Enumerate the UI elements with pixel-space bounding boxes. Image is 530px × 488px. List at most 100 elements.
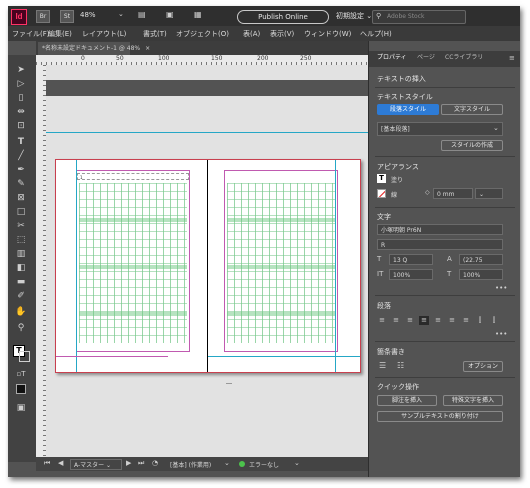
page-tool-icon[interactable]: ▯: [14, 91, 28, 105]
stroke-type-select[interactable]: ⌄: [475, 188, 503, 199]
style-select[interactable]: [基本段落]: [377, 122, 503, 136]
justify-right-icon[interactable]: ≡: [447, 316, 457, 325]
insert-special-character-button[interactable]: 特殊文字を挿入: [443, 395, 503, 406]
eyedropper-icon[interactable]: ✐: [14, 289, 28, 303]
align-center-icon[interactable]: ≡: [391, 316, 401, 325]
align-spine-icon[interactable]: ⫿: [475, 316, 485, 325]
selection-tool-icon[interactable]: ➤: [14, 63, 28, 77]
ruler-tick-label: 250: [300, 55, 312, 62]
menu-object[interactable]: オブジェクト(O): [176, 29, 229, 39]
font-family-field[interactable]: 小塚明朝 Pr6N: [377, 224, 503, 235]
gradient-feather-icon[interactable]: ◧: [14, 261, 28, 275]
publish-online-button[interactable]: Publish Online: [237, 10, 329, 24]
font-style-field[interactable]: R: [377, 239, 503, 250]
panel-tabs: プロパティ ページ CCライブラリ ≡: [369, 51, 520, 67]
document-tab[interactable]: *名称未設定ドキュメント-1 @ 48% ×: [38, 42, 150, 55]
stroke-weight-field[interactable]: 0 mm: [433, 188, 473, 199]
stroke-swatch-icon[interactable]: [377, 189, 386, 198]
menu-edit[interactable]: 編集(E): [48, 29, 72, 39]
paragraph-style-button[interactable]: 段落スタイル: [377, 104, 439, 115]
pencil-tool-icon[interactable]: ✎: [14, 177, 28, 191]
screen-mode-icon[interactable]: ▣: [166, 11, 174, 19]
page-selector[interactable]: A-マスター ⌄: [70, 459, 122, 470]
menu-bar: ファイル(F) 編集(E) レイアウト(L) 書式(T) オブジェクト(O) 表…: [8, 26, 520, 41]
direct-selection-icon[interactable]: ▷: [14, 77, 28, 91]
free-transform-icon[interactable]: ⬚: [14, 233, 28, 247]
insert-footnote-button[interactable]: 脚注を挿入: [377, 395, 437, 406]
menu-layout[interactable]: レイアウト(L): [82, 29, 126, 39]
stroke-weight-stepper-icon[interactable]: ◇: [425, 190, 430, 196]
more-options-icon[interactable]: •••: [495, 285, 507, 292]
bulleted-list-icon[interactable]: ☰: [379, 362, 386, 370]
stock-search-field[interactable]: ⚲ Adobe Stock: [372, 10, 466, 24]
close-icon[interactable]: ×: [145, 45, 150, 52]
gap-tool-icon[interactable]: ⇹: [14, 105, 28, 119]
formatting-affects-icon[interactable]: ▫T: [14, 367, 28, 381]
spread[interactable]: 1: [55, 159, 361, 373]
options-button[interactable]: オプション: [463, 361, 503, 372]
menu-type[interactable]: 書式(T): [143, 29, 167, 39]
character-style-button[interactable]: 文字スタイル: [441, 104, 503, 115]
align-away-spine-icon[interactable]: ⫿: [489, 316, 499, 325]
horizontal-scale-field[interactable]: 100%: [459, 269, 503, 280]
bridge-button[interactable]: Br: [36, 10, 50, 23]
font-size-field[interactable]: 13 Q: [389, 254, 433, 265]
first-page-icon[interactable]: ⏮: [44, 460, 50, 467]
default-fill-stroke-icon[interactable]: T: [13, 345, 30, 362]
more-options-icon[interactable]: •••: [495, 331, 507, 338]
tab-pages[interactable]: ページ: [417, 51, 435, 65]
type-tool-icon[interactable]: T: [14, 135, 28, 149]
content-collector-icon[interactable]: ⊡: [14, 119, 28, 133]
panel-menu-icon[interactable]: ≡: [509, 55, 515, 62]
tab-cc-libraries[interactable]: CCライブラリ: [445, 51, 483, 65]
chevron-down-icon[interactable]: ⌄: [493, 125, 499, 132]
next-page-icon[interactable]: ▶: [126, 460, 131, 467]
character-heading: 文字: [377, 213, 391, 221]
note-tool-icon[interactable]: ▬: [14, 275, 28, 289]
numbered-list-icon[interactable]: ☷: [397, 362, 404, 370]
previous-page-icon[interactable]: ◀: [58, 460, 63, 467]
chevron-down-icon[interactable]: ⌄: [224, 460, 230, 467]
pen-tool-icon[interactable]: ✒: [14, 163, 28, 177]
create-style-button[interactable]: スタイルの作成: [441, 140, 503, 151]
preflight-profile[interactable]: [基本] (作業用): [170, 460, 211, 469]
menu-help[interactable]: ヘルプ(H): [360, 29, 392, 39]
menu-window[interactable]: ウィンドウ(W): [304, 29, 351, 39]
align-left-icon[interactable]: ≡: [377, 316, 387, 325]
spine-line: [207, 160, 208, 372]
line-tool-icon[interactable]: ╱: [14, 149, 28, 163]
workspace-switcher[interactable]: 初期設定 ⌄: [336, 11, 372, 21]
chevron-down-icon[interactable]: ⌄: [294, 460, 300, 467]
hand-tool-icon[interactable]: ✋: [14, 305, 28, 319]
zoom-level[interactable]: 48%: [80, 11, 96, 19]
screen-mode-icon[interactable]: ▣: [14, 401, 28, 415]
fill-swatch-icon[interactable]: T: [377, 174, 386, 183]
right-page-grid: [227, 183, 335, 343]
apply-color-icon[interactable]: [14, 381, 28, 395]
chevron-down-icon[interactable]: ⌄: [118, 11, 124, 18]
menu-file[interactable]: ファイル(F): [12, 29, 50, 39]
vertical-scale-field[interactable]: 100%: [389, 269, 433, 280]
stock-button[interactable]: St: [60, 10, 74, 23]
arrange-documents-icon[interactable]: ▦: [194, 11, 202, 19]
view-options-icon[interactable]: ▤: [138, 11, 146, 19]
section-divider: [375, 295, 515, 296]
justify-center-icon[interactable]: ≡: [433, 316, 443, 325]
justify-all-icon[interactable]: ≡: [461, 316, 471, 325]
gradient-icon[interactable]: ▥: [14, 247, 28, 261]
zoom-tool-icon[interactable]: ⚲: [14, 321, 28, 335]
fill-placeholder-text-button[interactable]: サンプルテキストの割り付け: [377, 411, 503, 422]
menu-table[interactable]: 表(A): [243, 29, 260, 39]
align-right-icon[interactable]: ≡: [405, 316, 415, 325]
justify-left-icon[interactable]: ≡: [419, 316, 429, 325]
pasteboard[interactable]: 1: [46, 65, 380, 457]
menu-view[interactable]: 表示(V): [270, 29, 294, 39]
rectangle-tool-icon[interactable]: □: [14, 205, 28, 219]
rectangle-frame-icon[interactable]: ⊠: [14, 191, 28, 205]
scissors-icon[interactable]: ✂: [14, 219, 28, 233]
font-size-icon: T: [377, 255, 382, 263]
last-page-icon[interactable]: ⏭: [138, 460, 144, 467]
open-page-icon[interactable]: ◔: [152, 460, 158, 467]
leading-field[interactable]: (22.75: [459, 254, 503, 265]
tab-properties[interactable]: プロパティ: [377, 51, 407, 65]
